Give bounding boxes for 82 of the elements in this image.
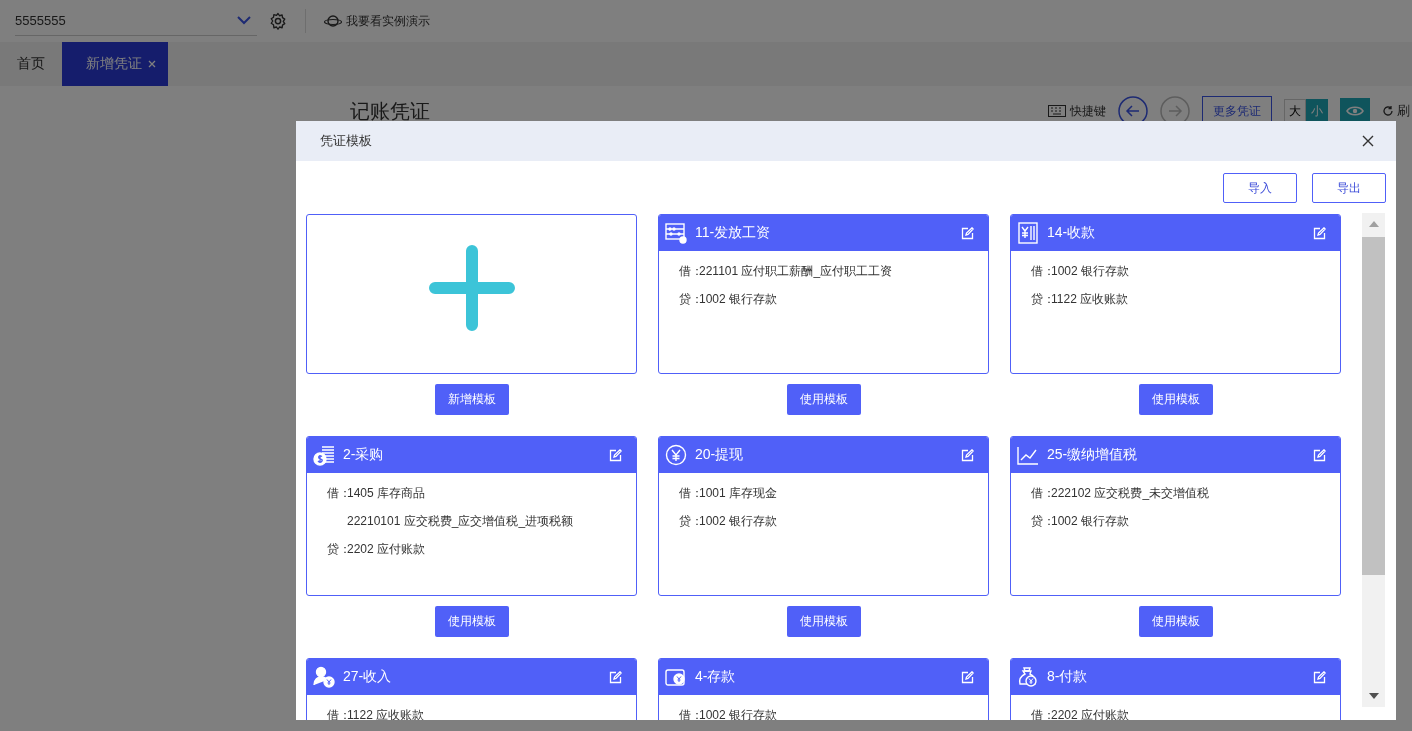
template-name: 14-收款 xyxy=(1047,224,1097,242)
template-name: 4-存款 xyxy=(695,668,737,686)
keyboard-icon xyxy=(1048,105,1066,117)
account-text: 222102 应交税费_未交增值税 xyxy=(1051,484,1210,502)
eye-icon xyxy=(1346,105,1364,117)
use-template-button[interactable]: 使用模板 xyxy=(786,606,861,637)
edit-icon[interactable] xyxy=(961,448,974,462)
action-button[interactable]: 导入 xyxy=(1223,173,1297,203)
entry-side: 贷： xyxy=(679,512,699,530)
edit-icon[interactable] xyxy=(1313,448,1326,462)
use-template-button[interactable]: 使用模板 xyxy=(1138,606,1213,637)
template-name: 27-收入 xyxy=(343,668,393,686)
account-text: 1122 应收账款 xyxy=(1051,290,1129,308)
edit-icon[interactable] xyxy=(609,670,622,684)
yen-book-icon xyxy=(1017,222,1039,244)
account-text: 1002 银行存款 xyxy=(1051,512,1130,530)
account-select[interactable]: 5555555 xyxy=(15,6,257,36)
template-name: 11-发放工资 xyxy=(695,224,772,242)
entry-side: 贷： xyxy=(1031,290,1051,308)
edit-icon[interactable] xyxy=(961,226,974,240)
eye-button[interactable] xyxy=(1340,98,1370,124)
tab[interactable]: 新增凭证 xyxy=(62,42,168,86)
yen-circle-icon xyxy=(665,444,687,466)
account-text: 1001 库存现金 xyxy=(699,484,778,502)
page-title: 记账凭证 xyxy=(350,98,430,124)
use-template-button[interactable]: 使用模板 xyxy=(434,606,509,637)
edit-icon[interactable] xyxy=(961,670,974,684)
entry-side: 借： xyxy=(327,484,347,502)
account-text: 1002 银行存款 xyxy=(699,706,778,720)
account-text: 22210101 应交税费_应交增值税_进项税额 xyxy=(347,512,574,530)
plus-icon xyxy=(428,245,515,331)
chart-icon xyxy=(1017,444,1039,466)
tab[interactable]: 首页 xyxy=(0,42,62,86)
edit-icon[interactable] xyxy=(609,448,622,462)
chevron-down-icon xyxy=(237,16,251,25)
account-text: 2202 应付账款 xyxy=(1051,706,1130,720)
shortcut-button[interactable]: 快捷键 xyxy=(1048,102,1106,120)
edit-icon[interactable] xyxy=(1313,226,1326,240)
account-text: 1002 银行存款 xyxy=(699,512,778,530)
use-template-button[interactable]: 使用模板 xyxy=(786,384,861,415)
use-template-button[interactable]: 使用模板 xyxy=(1138,384,1213,415)
template-name: 20-提现 xyxy=(695,446,745,464)
scroll-thumb[interactable] xyxy=(1362,237,1385,575)
person-yen-icon xyxy=(313,666,335,688)
account-text: 2202 应付账款 xyxy=(347,540,426,558)
entry-side: 借： xyxy=(327,706,347,720)
size-toggle[interactable]: 大 xyxy=(1284,99,1306,123)
template-name: 25-缴纳增值税 xyxy=(1047,446,1139,464)
scroll-down-icon[interactable] xyxy=(1368,693,1379,699)
tab-label: 新增凭证 xyxy=(86,55,142,73)
account-text: 1002 银行存款 xyxy=(699,290,778,308)
template-name: 2-采购 xyxy=(343,446,385,464)
account-text: 1122 应收账款 xyxy=(347,706,425,720)
abacus-icon xyxy=(665,222,687,244)
account-text: 1002 银行存款 xyxy=(1051,262,1130,280)
account-text: 221101 应付职工薪酬_应付职工工资 xyxy=(699,262,893,280)
settings-icon[interactable] xyxy=(269,12,287,30)
entry-side: 贷： xyxy=(679,290,699,308)
wallet-yen-icon xyxy=(665,666,687,688)
action-button[interactable]: 导出 xyxy=(1312,173,1386,203)
bag-yen-icon xyxy=(1017,666,1039,688)
entry-side: 借： xyxy=(679,262,699,280)
money-list-icon xyxy=(313,444,335,466)
entry-side: 借： xyxy=(1031,262,1051,280)
planet-icon xyxy=(324,14,342,28)
edit-icon[interactable] xyxy=(1313,670,1326,684)
entry-side: 借： xyxy=(1031,706,1051,720)
demo-link[interactable]: 我要看实例演示 xyxy=(324,12,430,30)
entry-side: 贷： xyxy=(327,540,347,558)
entry-side: 贷： xyxy=(1031,512,1051,530)
entry-side: 借： xyxy=(679,484,699,502)
entry-side: 借： xyxy=(1031,484,1051,502)
tab-label: 首页 xyxy=(17,55,45,73)
refresh-icon xyxy=(1382,105,1394,117)
scrollbar[interactable] xyxy=(1362,213,1385,707)
refresh-button[interactable]: 刷 xyxy=(1382,102,1410,120)
template-name: 8-付款 xyxy=(1047,668,1089,686)
account-text: 1405 库存商品 xyxy=(347,484,426,502)
close-icon[interactable] xyxy=(1362,135,1374,147)
dialog-title: 凭证模板 xyxy=(320,132,372,150)
entry-side: 借： xyxy=(679,706,699,720)
new-template-button[interactable]: 新增模板 xyxy=(434,384,509,415)
